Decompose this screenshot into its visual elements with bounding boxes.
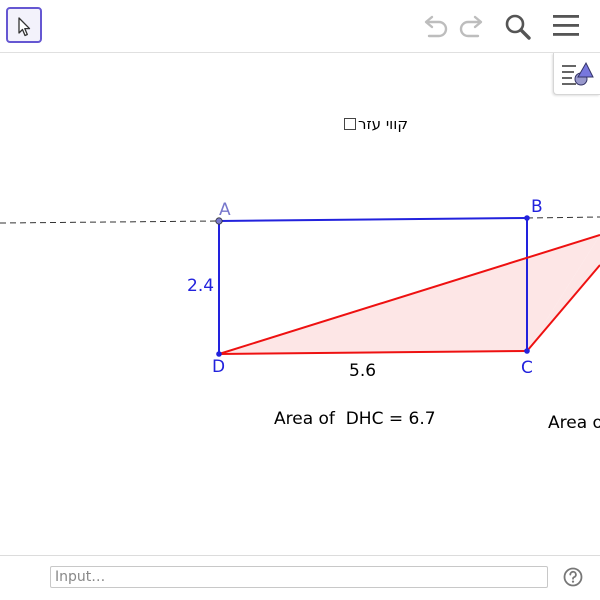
label-d: D <box>212 357 225 377</box>
move-tool-button[interactable] <box>6 7 42 43</box>
point-b[interactable] <box>524 215 530 221</box>
help-icon[interactable] <box>563 567 583 587</box>
menu-icon[interactable] <box>551 12 581 42</box>
point-d[interactable] <box>216 351 222 357</box>
toolbar <box>0 0 600 53</box>
geogebra-app: קווי עזר A B C D 2.4 5.6 Area of DHC = 6… <box>0 0 600 600</box>
undo-icon[interactable] <box>420 12 450 42</box>
arrow-cursor-icon <box>18 17 31 37</box>
label-a: A <box>219 200 231 220</box>
segment-ab[interactable] <box>218 217 528 222</box>
algebra-input[interactable] <box>50 566 548 588</box>
point-c[interactable] <box>524 348 530 354</box>
length-ad: 2.4 <box>187 276 214 296</box>
graphics-view[interactable]: קווי עזר A B C D 2.4 5.6 Area of DHC = 6… <box>0 53 600 555</box>
dashed-line-left <box>0 220 220 224</box>
area-second-text: Area o <box>548 413 600 433</box>
label-c: C <box>521 358 533 378</box>
length-dc: 5.6 <box>349 361 376 381</box>
area-dhc-text: Area of DHC = 6.7 <box>274 409 436 429</box>
dashed-line-right <box>526 216 600 219</box>
label-b: B <box>531 197 543 217</box>
input-bar <box>0 555 600 600</box>
search-icon[interactable] <box>503 12 533 42</box>
redo-icon[interactable] <box>457 12 487 42</box>
construction-canvas: A B C D 2.4 5.6 Area of DHC = 6.7 Area o <box>0 197 600 433</box>
